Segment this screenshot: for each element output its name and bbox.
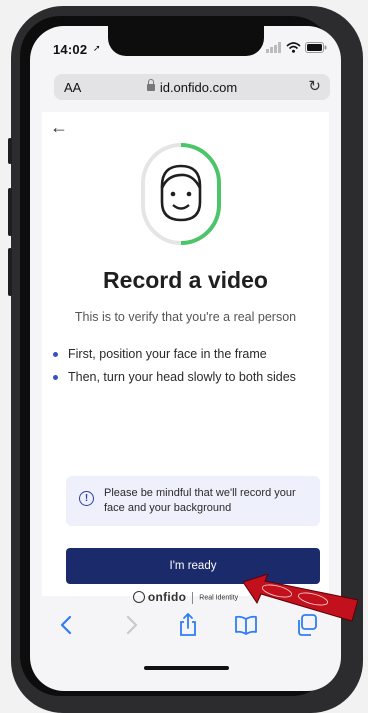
- location-icon: ➚: [93, 43, 101, 53]
- address-bar[interactable]: AA id.onfido.com ↻: [54, 74, 330, 100]
- pointer-arrow-icon: [243, 574, 359, 622]
- bullet-icon: [53, 375, 58, 380]
- share-icon[interactable]: [175, 612, 201, 638]
- home-indicator: [144, 666, 229, 670]
- volume-down-button: [8, 248, 12, 296]
- wifi-icon: [286, 42, 301, 53]
- lock-icon: [146, 79, 155, 92]
- signal-icon: [266, 42, 281, 53]
- battery-icon: [305, 42, 327, 53]
- bullet-icon: [53, 352, 58, 357]
- face-illustration: [141, 143, 221, 245]
- url-text[interactable]: id.onfido.com: [160, 80, 237, 95]
- instruction-item: First, position your face in the frame: [50, 347, 296, 361]
- page-subtitle: This is to verify that you're a real per…: [74, 310, 297, 324]
- reload-icon[interactable]: ↻: [308, 77, 321, 95]
- back-arrow-icon[interactable]: ←: [50, 117, 68, 138]
- instruction-item: Then, turn your head slowly to both side…: [50, 370, 296, 384]
- back-icon[interactable]: [54, 612, 80, 638]
- web-page: ← Record a video This is to verify that …: [42, 112, 329, 604]
- info-icon: !: [79, 491, 94, 506]
- recording-notice: ! Please be mindful that we'll record yo…: [66, 476, 320, 526]
- mute-switch: [8, 138, 12, 164]
- status-time: 14:02: [53, 42, 88, 57]
- instruction-list: First, position your face in the frame T…: [50, 347, 296, 393]
- status-bar: 14:02 ➚: [30, 26, 341, 66]
- volume-up-button: [8, 188, 12, 236]
- page-title: Record a video: [103, 267, 268, 293]
- notice-text: Please be mindful that we'll record your…: [104, 487, 296, 514]
- forward-icon[interactable]: [118, 612, 144, 638]
